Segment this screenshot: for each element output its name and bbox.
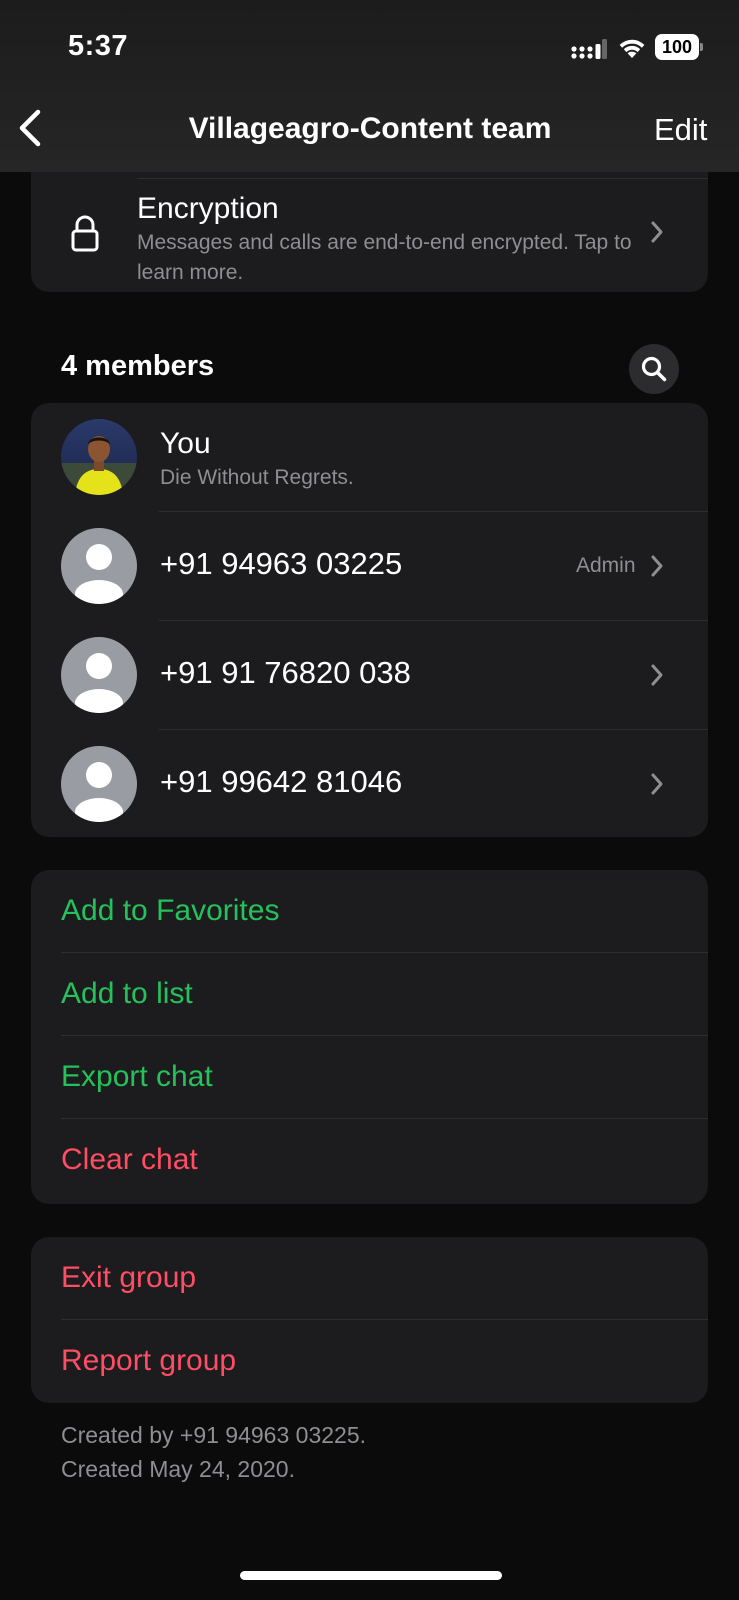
lock-icon <box>71 215 99 252</box>
action-label: Export chat <box>61 1060 213 1093</box>
group-title: Villageagro-Content team <box>188 112 552 145</box>
member-name: +91 94963 03225 <box>160 546 403 581</box>
default-avatar-icon <box>61 528 137 604</box>
created-by-text: Created by +91 94963 03225. <box>61 1422 366 1448</box>
wifi-icon <box>619 39 645 58</box>
members-list: You Die Without Regrets. +91 94963 03225… <box>31 403 708 837</box>
edit-button[interactable]: Edit <box>654 112 707 148</box>
member-row[interactable]: +91 91 76820 038 <box>31 621 708 730</box>
navigation-bar: 5:37 100 Villageagro-Content team Edit <box>0 0 739 172</box>
battery-icon: 100 <box>655 34 703 60</box>
add-to-list-button[interactable]: Add to list <box>31 953 708 1036</box>
member-row-you[interactable]: You Die Without Regrets. <box>31 403 708 512</box>
report-group-button[interactable]: Report group <box>31 1320 708 1403</box>
encryption-title: Encryption <box>137 192 279 225</box>
member-row[interactable]: +91 94963 03225 Admin <box>31 512 708 621</box>
export-chat-button[interactable]: Export chat <box>31 1036 708 1119</box>
members-count-heading: 4 members <box>61 350 215 382</box>
member-status: Die Without Regrets. <box>160 466 354 489</box>
battery-level: 100 <box>655 34 699 60</box>
divider <box>137 178 708 179</box>
back-chevron-icon[interactable] <box>14 108 48 148</box>
member-name: You <box>160 427 211 460</box>
action-label: Report group <box>61 1344 237 1377</box>
group-danger-actions: Exit group Report group <box>31 1237 708 1403</box>
encryption-subtitle: Messages and calls are end-to-end encryp… <box>137 231 632 284</box>
cellular-signal-icon <box>571 39 607 59</box>
search-icon <box>641 356 667 382</box>
action-label: Clear chat <box>61 1143 198 1176</box>
default-avatar-icon <box>61 637 137 713</box>
member-name: +91 91 76820 038 <box>160 655 411 690</box>
add-to-favorites-button[interactable]: Add to Favorites <box>31 870 708 953</box>
admin-badge: Admin <box>576 554 636 577</box>
chevron-right-icon <box>651 555 663 577</box>
encryption-row[interactable]: Encryption Messages and calls are end-to… <box>31 172 708 292</box>
action-label: Add to list <box>61 977 193 1010</box>
action-label: Add to Favorites <box>61 894 280 927</box>
exit-group-button[interactable]: Exit group <box>31 1237 708 1320</box>
action-label: Exit group <box>61 1261 197 1294</box>
chevron-right-icon <box>651 664 663 686</box>
created-date-text: Created May 24, 2020. <box>61 1456 295 1482</box>
chevron-right-icon <box>651 773 663 795</box>
clear-chat-button[interactable]: Clear chat <box>31 1119 708 1202</box>
chevron-right-icon <box>651 221 663 243</box>
search-members-button[interactable] <box>629 344 679 394</box>
member-row[interactable]: +91 99642 81046 <box>31 730 708 837</box>
member-name: +91 99642 81046 <box>160 764 403 799</box>
default-avatar-icon <box>61 746 137 822</box>
status-bar: 5:37 100 <box>0 30 739 66</box>
home-indicator[interactable] <box>240 1571 502 1580</box>
status-time: 5:37 <box>68 30 129 62</box>
chat-actions-list: Add to Favorites Add to list Export chat… <box>31 870 708 1204</box>
group-info-footer: Created by +91 94963 03225. Created May … <box>61 1418 366 1486</box>
avatar <box>61 419 137 495</box>
